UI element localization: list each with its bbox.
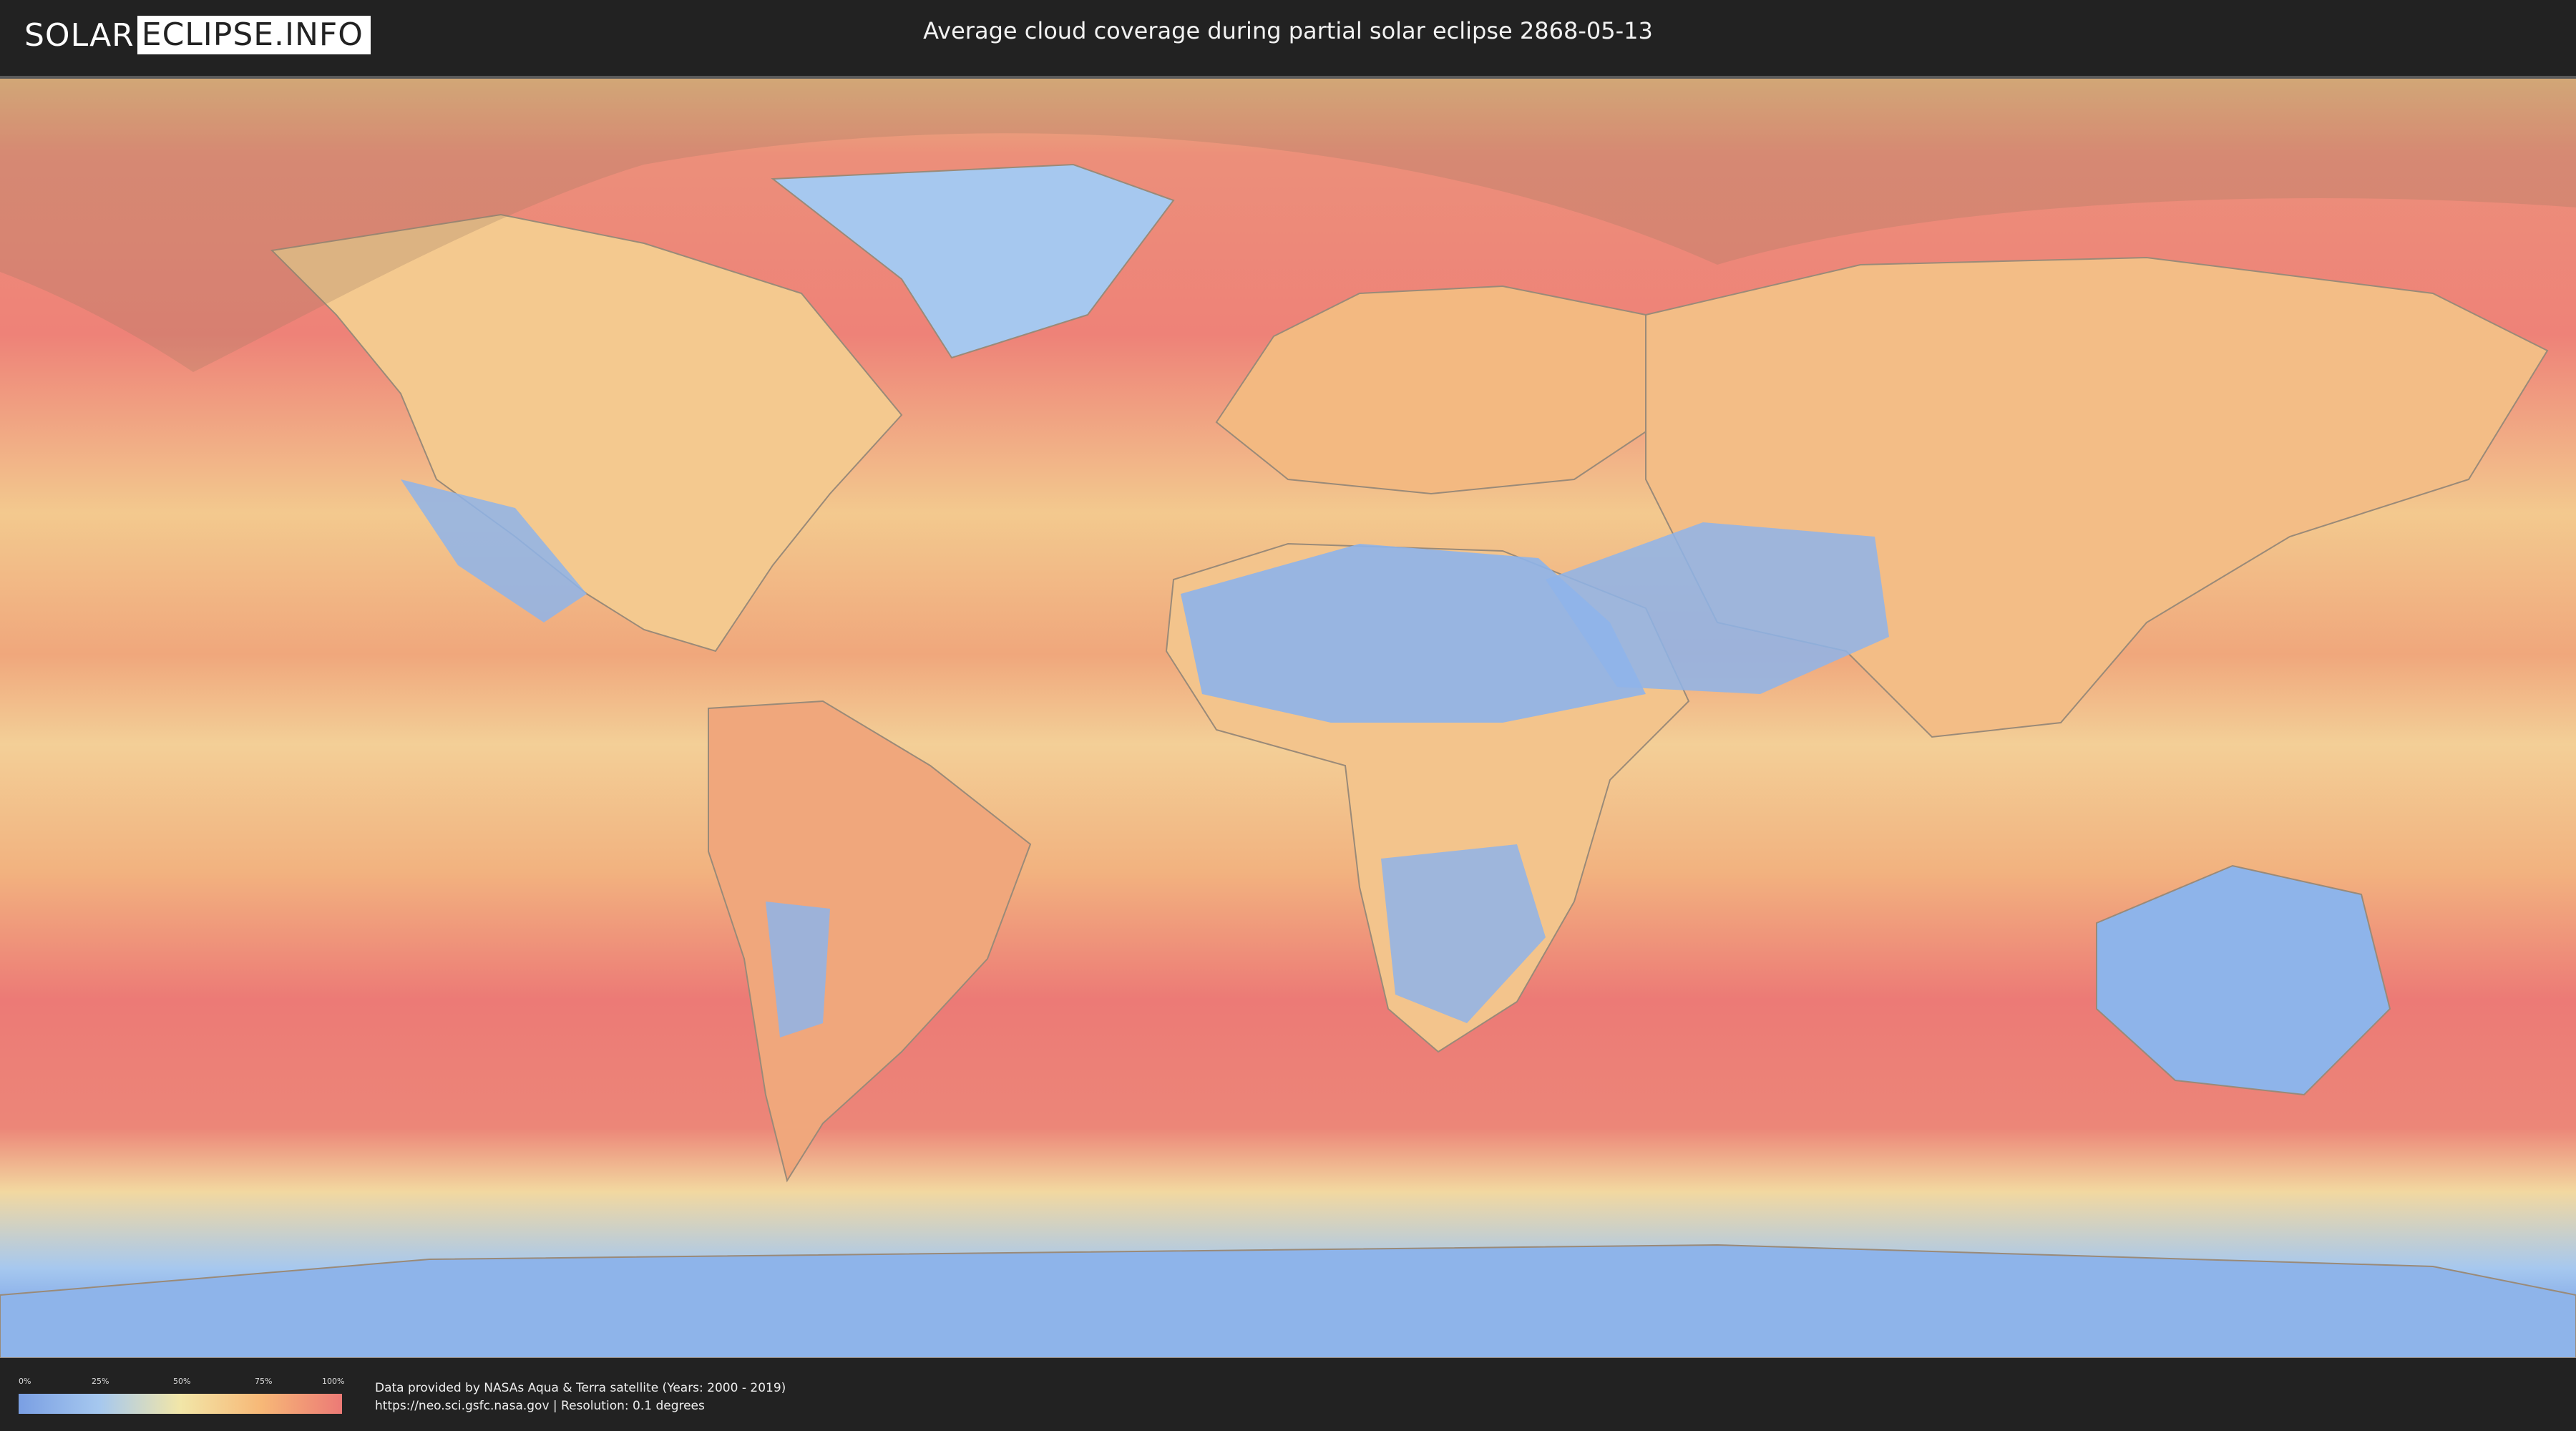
legend-tick-25: 25%	[92, 1377, 109, 1386]
page-title: Average cloud coverage during partial so…	[923, 17, 1653, 44]
credits-source: Data provided by NASAs Aqua & Terra sate…	[375, 1381, 786, 1395]
cloud-coverage-map	[0, 76, 2576, 1358]
legend-color-bar	[19, 1394, 342, 1414]
legend-tick-0: 0%	[19, 1377, 31, 1386]
world-map-svg	[0, 79, 2576, 1358]
header-bar: SOLAR ECLIPSE.INFO Average cloud coverag…	[0, 0, 2576, 72]
legend-tick-100: 100%	[322, 1377, 345, 1386]
footer-bar: 0% 25% 50% 75% 100% Data provided by NAS…	[0, 1358, 2576, 1431]
legend-tick-50: 50%	[173, 1377, 191, 1386]
credits-url[interactable]: https://neo.sci.gsfc.nasa.gov | Resoluti…	[375, 1397, 786, 1415]
data-credits: Data provided by NASAs Aqua & Terra sate…	[375, 1379, 786, 1415]
cloud-coverage-legend: 0% 25% 50% 75% 100%	[19, 1377, 345, 1414]
legend-tick-75: 75%	[255, 1377, 273, 1386]
